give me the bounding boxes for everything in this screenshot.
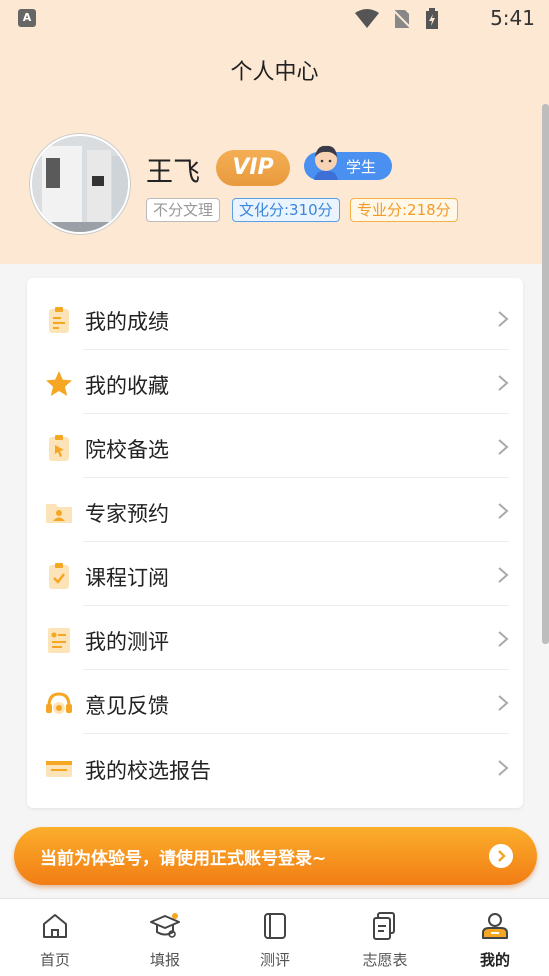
headset-icon bbox=[46, 692, 72, 714]
menu-item-school-selection-report[interactable]: 我的校选报告 bbox=[27, 735, 523, 799]
clipboard-cursor-icon bbox=[49, 435, 69, 461]
chevron-right-icon bbox=[498, 503, 509, 519]
document-icon bbox=[373, 912, 395, 940]
menu-item-course-subscription[interactable]: 课程订阅 bbox=[27, 542, 523, 606]
status-time: 5:41 bbox=[490, 6, 535, 30]
chevron-right-icon bbox=[498, 311, 509, 327]
tab-label: 我的 bbox=[479, 951, 510, 969]
report-icon bbox=[46, 761, 72, 777]
avatar[interactable] bbox=[30, 134, 130, 234]
arrow-right-circle-icon bbox=[489, 844, 513, 868]
menu-item-label: 我的测评 bbox=[85, 630, 169, 654]
tab-label: 志愿表 bbox=[362, 951, 408, 969]
scrollbar[interactable] bbox=[542, 104, 549, 644]
divider bbox=[83, 733, 509, 734]
subject-tag: 不分文理 bbox=[146, 198, 221, 222]
user-name: 王飞 bbox=[146, 157, 200, 188]
bottom-tab-bar: 首页 填报 测评 志愿表 我的 bbox=[0, 898, 549, 976]
tab-home[interactable]: 首页 bbox=[0, 899, 110, 976]
profile-header: 个人中心 王飞 VIP 学生 不分文理 文化分:310分 专业分:218分 bbox=[0, 38, 549, 264]
tab-label: 测评 bbox=[259, 951, 290, 969]
status-icons bbox=[355, 8, 439, 30]
battery-charging-icon bbox=[426, 8, 438, 29]
page-title: 个人中心 bbox=[230, 60, 319, 85]
tab-assessment[interactable]: 测评 bbox=[220, 899, 330, 976]
menu-item-label: 专家预约 bbox=[85, 502, 169, 526]
menu-item-school-shortlist[interactable]: 院校备选 bbox=[27, 414, 523, 478]
menu-item-label: 课程订阅 bbox=[85, 566, 169, 590]
folder-user-icon bbox=[46, 504, 72, 523]
chevron-right-icon bbox=[498, 631, 509, 647]
book-icon bbox=[264, 913, 286, 939]
app-indicator-icon: A bbox=[18, 9, 36, 27]
chevron-right-icon bbox=[498, 375, 509, 391]
menu-list: 我的成绩 我的收藏 院校备选 专家预约 课程订阅 我的测评 意见反馈 我的校选报… bbox=[27, 278, 523, 808]
menu-item-label: 意见反馈 bbox=[85, 694, 169, 718]
chevron-right-icon bbox=[498, 439, 509, 455]
chevron-right-icon bbox=[498, 760, 509, 776]
avatar-image bbox=[32, 136, 128, 232]
graduation-cap-icon bbox=[150, 913, 180, 938]
no-sim-icon bbox=[393, 9, 411, 29]
menu-item-label: 我的校选报告 bbox=[85, 759, 211, 783]
tab-label: 填报 bbox=[149, 951, 180, 969]
vip-badge[interactable]: VIP bbox=[216, 150, 290, 186]
home-icon bbox=[43, 914, 67, 938]
chevron-right-icon bbox=[498, 695, 509, 711]
user-icon bbox=[482, 913, 508, 939]
tab-mine[interactable]: 我的 bbox=[440, 899, 549, 976]
menu-item-label: 我的成绩 bbox=[85, 310, 169, 334]
menu-item-my-assessments[interactable]: 我的测评 bbox=[27, 606, 523, 670]
clipboard-list-icon bbox=[49, 307, 69, 333]
menu-item-feedback[interactable]: 意见反馈 bbox=[27, 670, 523, 734]
menu-item-label: 院校备选 bbox=[85, 438, 169, 462]
culture-score-tag: 文化分:310分 bbox=[232, 198, 340, 222]
menu-item-my-scores[interactable]: 我的成绩 bbox=[27, 286, 523, 350]
chevron-right-icon bbox=[498, 567, 509, 583]
tab-apply[interactable]: 填报 bbox=[110, 899, 220, 976]
menu-item-my-favorites[interactable]: 我的收藏 bbox=[27, 350, 523, 414]
menu-item-expert-appointment[interactable]: 专家预约 bbox=[27, 478, 523, 542]
clipboard-check-icon bbox=[49, 563, 69, 589]
star-icon bbox=[46, 371, 72, 396]
role-label: 学生 bbox=[346, 158, 377, 176]
wifi-icon bbox=[355, 9, 379, 28]
tab-volunteer-form[interactable]: 志愿表 bbox=[330, 899, 440, 976]
assessment-icon bbox=[48, 628, 70, 653]
major-score-tag: 专业分:218分 bbox=[350, 198, 458, 222]
trial-banner-text: 当前为体验号，请使用正式账号登录~ bbox=[40, 849, 327, 869]
student-avatar-icon bbox=[314, 145, 338, 180]
tab-label: 首页 bbox=[39, 951, 70, 969]
menu-item-label: 我的收藏 bbox=[85, 374, 169, 398]
trial-account-banner[interactable]: 当前为体验号，请使用正式账号登录~ bbox=[14, 827, 537, 885]
status-bar: A 5:41 bbox=[0, 0, 549, 38]
